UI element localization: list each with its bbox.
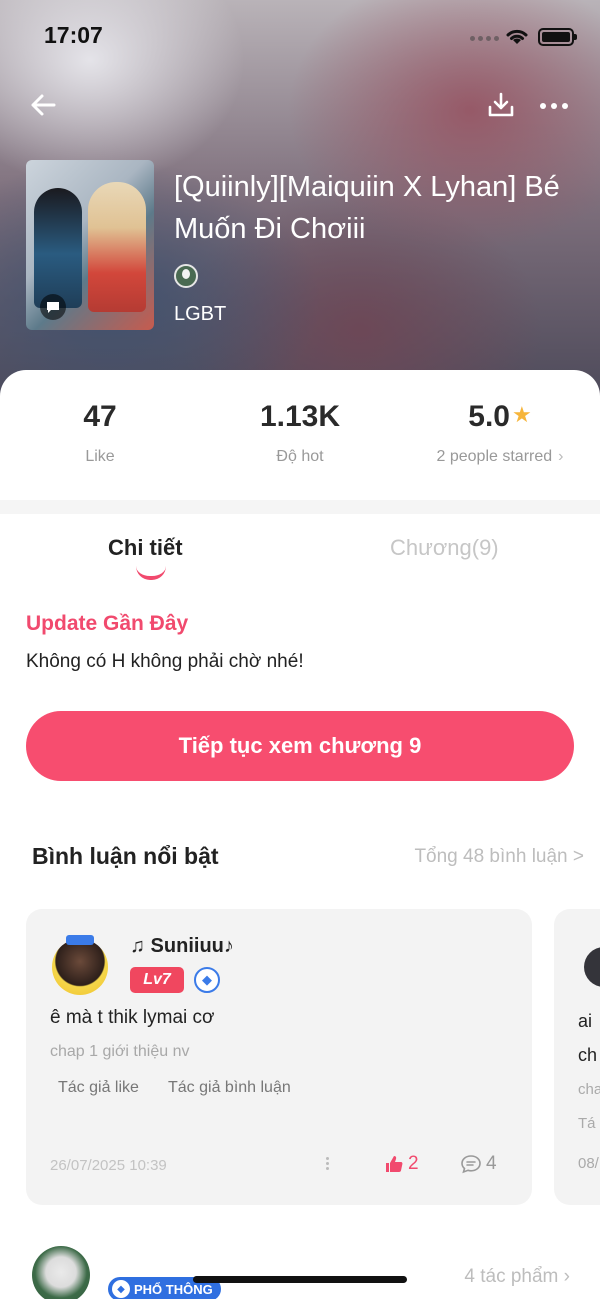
comment-text: ê mà t thik lymai cơ bbox=[50, 1007, 215, 1028]
comment-sub-fragment: cha bbox=[578, 1081, 600, 1098]
author-works-link[interactable]: 4 tác phẩm › bbox=[464, 1266, 570, 1288]
likes-stat[interactable]: 47 Like bbox=[50, 400, 150, 466]
status-time: 17:07 bbox=[44, 22, 103, 48]
all-comments-link[interactable]: Tổng 48 bình luận > bbox=[414, 846, 584, 868]
battery-icon bbox=[538, 28, 577, 46]
wifi-icon bbox=[506, 29, 528, 44]
update-heading: Update Gần Đây bbox=[26, 612, 189, 635]
back-arrow-icon[interactable] bbox=[28, 90, 58, 120]
hot-stat: 1.13K Độ hot bbox=[240, 400, 360, 466]
commenter-avatar[interactable] bbox=[52, 935, 108, 995]
membership-badge-label: PHỔ THÔNG bbox=[134, 1281, 213, 1297]
story-genre[interactable]: LGBT bbox=[174, 303, 226, 326]
comment-chapter: chap 1 giới thiệu nv bbox=[50, 1043, 190, 1060]
home-indicator[interactable] bbox=[193, 1276, 407, 1283]
level-badge: Lv7 bbox=[130, 967, 184, 993]
author-profile-avatar[interactable] bbox=[32, 1246, 90, 1299]
chat-bubble-icon bbox=[40, 294, 66, 320]
comment-date-fragment: 08/ bbox=[578, 1155, 599, 1172]
comment-card[interactable]: ♫ Suniiuu♪ Lv7 ◆ ê mà t thik lymai cơ ch… bbox=[26, 909, 532, 1205]
rating-stat[interactable]: 5.0★ 2 people starred › bbox=[420, 400, 580, 466]
thumbs-up-icon bbox=[386, 1156, 403, 1172]
update-text: Không có H không phải chờ nhé! bbox=[26, 651, 304, 672]
comment-text-fragment: ai bbox=[578, 1011, 593, 1031]
continue-reading-button[interactable]: Tiếp tục xem chương 9 bbox=[26, 711, 574, 781]
chevron-right-icon: › bbox=[558, 448, 564, 465]
comment-card-next[interactable]: ai ch cha Tá 08/ bbox=[554, 909, 600, 1205]
comment-like-count: 2 bbox=[408, 1153, 419, 1174]
comment-reply-button[interactable]: 4 bbox=[460, 1153, 497, 1175]
diamond-icon: ◆ bbox=[112, 1280, 130, 1298]
author-commented-tag: Tác giả bình luận bbox=[168, 1079, 291, 1096]
commenter-avatar[interactable] bbox=[584, 947, 600, 987]
tab-details[interactable]: Chi tiết bbox=[108, 535, 183, 561]
download-icon[interactable] bbox=[486, 90, 516, 120]
signal-icon bbox=[470, 36, 499, 41]
hot-value: 1.13K bbox=[259, 400, 341, 433]
comment-more-icon[interactable] bbox=[326, 1157, 329, 1170]
star-icon: ★ bbox=[511, 402, 532, 427]
likes-label: Like bbox=[85, 448, 115, 465]
commenter-name[interactable]: ♫ Suniiuu♪ bbox=[130, 935, 234, 958]
hot-label: Độ hot bbox=[276, 448, 324, 465]
rating-value: 5.0 bbox=[468, 400, 510, 433]
rating-label: 2 people starred bbox=[436, 448, 553, 465]
story-title: [Quiinly][Maiquiin X Lyhan] Bé Muốn Đi C… bbox=[174, 171, 560, 245]
active-tab-indicator bbox=[136, 566, 166, 580]
stats-card: 47 Like 1.13K Độ hot 5.0★ 2 people starr… bbox=[0, 370, 600, 500]
comment-like-button[interactable]: 2 bbox=[384, 1153, 419, 1175]
author-works-count: 4 tác phẩm bbox=[464, 1266, 559, 1287]
tab-chapters[interactable]: Chương(9) bbox=[390, 535, 499, 561]
comment-tag-fragment: Tá bbox=[578, 1115, 596, 1132]
more-options-icon[interactable] bbox=[540, 96, 572, 116]
comment-reply-count: 4 bbox=[486, 1153, 497, 1174]
comments-heading: Bình luận nổi bật bbox=[32, 843, 219, 869]
likes-value: 47 bbox=[83, 400, 117, 433]
author-avatar[interactable] bbox=[174, 264, 198, 288]
comment-date: 26/07/2025 10:39 bbox=[50, 1157, 167, 1174]
reply-bubble-icon bbox=[461, 1155, 481, 1174]
diamond-badge-icon: ◆ bbox=[194, 967, 220, 993]
section-divider bbox=[0, 500, 600, 514]
story-cover-image[interactable] bbox=[26, 160, 154, 330]
status-bar: 17:07 bbox=[0, 0, 600, 70]
comment-chapter-fragment: ch bbox=[578, 1045, 598, 1065]
author-liked-tag: Tác giả like bbox=[58, 1079, 139, 1096]
